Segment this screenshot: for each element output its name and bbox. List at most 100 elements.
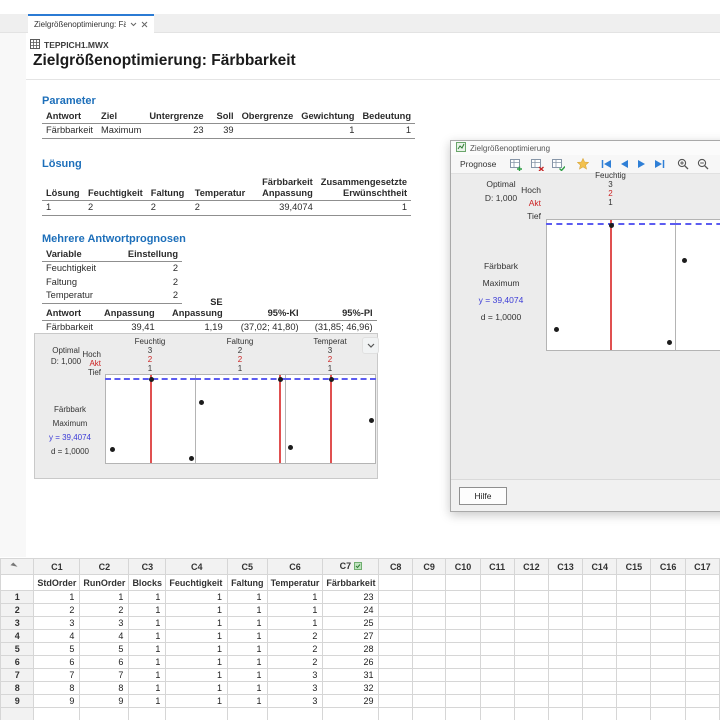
worksheet-file-row[interactable]: TEPPICH1.MWX (30, 39, 109, 51)
grid-cell[interactable] (548, 617, 582, 630)
grid-cell[interactable]: 5 (34, 643, 80, 656)
grid-column-header-c12[interactable]: C12 (514, 559, 548, 575)
grid-cell[interactable] (412, 669, 445, 682)
grid-cell[interactable]: 1 (80, 591, 129, 604)
grid-cell[interactable] (412, 695, 445, 708)
grid-cell[interactable]: 1 (129, 643, 166, 656)
grid-cell[interactable] (446, 604, 480, 617)
grid-cell[interactable] (446, 656, 480, 669)
row-header[interactable]: 1 (1, 591, 34, 604)
grid-cell[interactable]: 2 (267, 643, 323, 656)
grid-cell[interactable] (548, 695, 582, 708)
grid-cell[interactable]: 1 (228, 591, 268, 604)
grid-cell[interactable]: 1 (228, 669, 268, 682)
grid-cell[interactable] (446, 630, 480, 643)
grid-cell[interactable] (548, 643, 582, 656)
grid-cell[interactable]: 2 (267, 630, 323, 643)
zoom-out-icon[interactable] (695, 157, 711, 171)
grid-cell[interactable] (514, 695, 548, 708)
grid-cell[interactable]: 3 (267, 669, 323, 682)
favorite-star-icon[interactable] (575, 157, 591, 171)
grid-cell[interactable] (514, 630, 548, 643)
grid-cell[interactable]: 1 (129, 604, 166, 617)
grid-cell[interactable] (379, 669, 412, 682)
tab-zielgroessenoptimierung[interactable]: Zielgrößenoptimierung: Fä… (28, 14, 154, 33)
grid-cell[interactable] (651, 591, 685, 604)
variable-name-cell[interactable] (685, 575, 719, 591)
grid-cell[interactable] (379, 643, 412, 656)
grid-cell[interactable]: 29 (323, 695, 379, 708)
grid-cell[interactable]: 9 (80, 695, 129, 708)
grid-cell[interactable] (583, 669, 617, 682)
grid-cell[interactable] (651, 630, 685, 643)
grid-cell[interactable] (412, 604, 445, 617)
prognose-button[interactable]: Prognose (456, 158, 500, 170)
grid-cell[interactable]: 9 (34, 695, 80, 708)
grid-cell[interactable]: 24 (323, 604, 379, 617)
grid-cell[interactable] (379, 604, 412, 617)
variable-name-cell[interactable]: Färbbarkeit (323, 575, 379, 591)
grid-cell[interactable] (617, 604, 651, 617)
grid-cell[interactable] (412, 630, 445, 643)
grid-cell[interactable]: 1 (166, 695, 228, 708)
grid-cell[interactable] (617, 695, 651, 708)
next-setting-icon[interactable] (635, 158, 648, 170)
grid-cell[interactable] (480, 604, 514, 617)
grid-cell[interactable] (651, 695, 685, 708)
apply-setting-icon[interactable] (550, 157, 567, 172)
grid-cell[interactable] (548, 708, 582, 720)
grid-cell[interactable] (446, 708, 480, 720)
row-header[interactable] (1, 575, 34, 591)
current-setting-line[interactable] (610, 220, 612, 350)
grid-cell[interactable] (514, 669, 548, 682)
grid-cell[interactable] (514, 617, 548, 630)
grid-cell[interactable] (651, 708, 685, 720)
grid-cell[interactable] (446, 643, 480, 656)
grid-cell[interactable] (267, 708, 323, 720)
grid-cell[interactable] (583, 682, 617, 695)
current-setting-line[interactable] (330, 375, 332, 463)
grid-column-header-c8[interactable]: C8 (379, 559, 412, 575)
grid-corner-cell[interactable] (1, 559, 34, 575)
previous-setting-icon[interactable] (618, 158, 631, 170)
grid-cell[interactable]: 1 (166, 617, 228, 630)
grid-cell[interactable]: 1 (267, 591, 323, 604)
grid-cell[interactable]: 1 (166, 682, 228, 695)
grid-cell[interactable]: 5 (80, 643, 129, 656)
grid-cell[interactable]: 6 (80, 656, 129, 669)
grid-cell[interactable]: 3 (80, 617, 129, 630)
variable-name-cell[interactable]: Faltung (228, 575, 268, 591)
grid-cell[interactable] (685, 669, 719, 682)
grid-cell[interactable]: 1 (166, 604, 228, 617)
variable-name-cell[interactable]: Blocks (129, 575, 166, 591)
grid-cell[interactable] (412, 643, 445, 656)
row-header[interactable]: 5 (1, 643, 34, 656)
grid-cell[interactable] (617, 617, 651, 630)
grid-cell[interactable]: 32 (323, 682, 379, 695)
grid-cell[interactable] (548, 669, 582, 682)
zoom-in-icon[interactable] (675, 157, 691, 171)
grid-cell[interactable] (651, 617, 685, 630)
grid-cell[interactable] (446, 669, 480, 682)
grid-column-header-c11[interactable]: C11 (480, 559, 514, 575)
row-header[interactable]: 7 (1, 669, 34, 682)
grid-cell[interactable] (651, 669, 685, 682)
grid-cell[interactable] (166, 708, 228, 720)
grid-cell[interactable] (480, 695, 514, 708)
grid-cell[interactable]: 1 (228, 695, 268, 708)
grid-cell[interactable] (685, 643, 719, 656)
grid-cell[interactable] (685, 708, 719, 720)
variable-name-cell[interactable]: Feuchtigkeit (166, 575, 228, 591)
grid-cell[interactable]: 1 (228, 617, 268, 630)
grid-column-header-c13[interactable]: C13 (548, 559, 582, 575)
grid-cell[interactable]: 7 (80, 669, 129, 682)
grid-cell[interactable]: 28 (323, 643, 379, 656)
grid-cell[interactable] (583, 708, 617, 720)
grid-cell[interactable] (583, 630, 617, 643)
delete-setting-icon[interactable] (529, 157, 546, 172)
variable-name-cell[interactable] (412, 575, 445, 591)
grid-cell[interactable] (480, 643, 514, 656)
variable-name-cell[interactable]: Temperatur (267, 575, 323, 591)
grid-cell[interactable] (685, 617, 719, 630)
grid-cell[interactable] (480, 669, 514, 682)
